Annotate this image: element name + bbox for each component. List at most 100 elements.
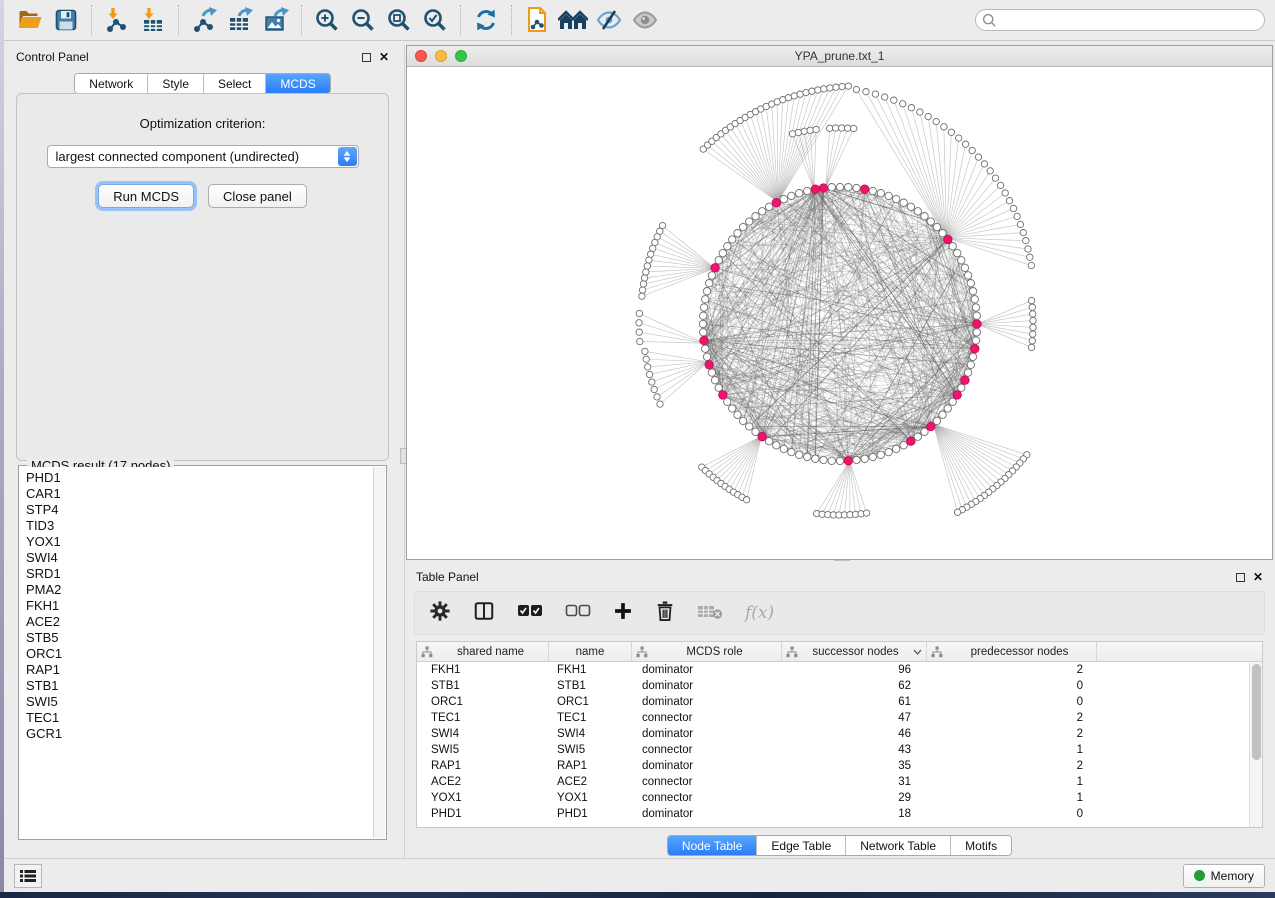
close-panel-icon[interactable]: ✕: [1253, 572, 1263, 582]
mcds-result-item[interactable]: FKH1: [26, 598, 373, 614]
table-cell: STB1: [549, 678, 632, 694]
save-session-icon[interactable]: [48, 3, 84, 37]
column-header-mcds-role[interactable]: MCDS role: [632, 642, 782, 661]
mcds-result-item[interactable]: TID3: [26, 518, 373, 534]
table-row[interactable]: PHD1PHD1dominator180: [417, 806, 1249, 822]
first-neighbors-icon[interactable]: [555, 3, 591, 37]
toolbar-separator: [511, 5, 512, 35]
mcds-result-list[interactable]: PHD1CAR1STP4TID3YOX1SWI4SRD1PMA2FKH1ACE2…: [20, 467, 373, 838]
table-row[interactable]: STB1STB1dominator620: [417, 678, 1249, 694]
table-cell: 29: [782, 790, 927, 806]
table-cell: FKH1: [549, 662, 632, 678]
mcds-result-item[interactable]: CAR1: [26, 486, 373, 502]
tab-edge-table[interactable]: Edge Table: [757, 836, 846, 855]
table-cell: 2: [927, 726, 1097, 742]
mcds-result-item[interactable]: YOX1: [26, 534, 373, 550]
table-row[interactable]: ACE2ACE2connector311: [417, 774, 1249, 790]
zoom-selected-icon[interactable]: [417, 3, 453, 37]
export-table-icon[interactable]: [222, 3, 258, 37]
table-cell: 1: [927, 774, 1097, 790]
column-header-predecessor-nodes[interactable]: predecessor nodes: [927, 642, 1097, 661]
search-input[interactable]: [997, 11, 1264, 29]
search-field[interactable]: [975, 9, 1265, 31]
mcds-result-item[interactable]: ORC1: [26, 646, 373, 662]
table-toolbar: f(x): [414, 591, 1265, 635]
show-all-icon[interactable]: [627, 3, 663, 37]
table-cell: connector: [632, 774, 782, 790]
tab-style[interactable]: Style: [148, 74, 204, 93]
column-header-shared-name[interactable]: shared name: [417, 642, 549, 661]
mcds-result-item[interactable]: SRD1: [26, 566, 373, 582]
import-table-icon[interactable]: [135, 3, 171, 37]
tab-node-table[interactable]: Node Table: [668, 836, 758, 855]
zoom-in-icon[interactable]: [309, 3, 345, 37]
network-from-document-icon[interactable]: [519, 3, 555, 37]
table-row[interactable]: SWI5SWI5connector431: [417, 742, 1249, 758]
table-cell: 46: [782, 726, 927, 742]
open-session-icon[interactable]: [12, 3, 48, 37]
select-stepper-icon: [338, 147, 357, 166]
optimization-criterion-select[interactable]: largest connected component (undirected): [47, 145, 359, 168]
mcds-result-item[interactable]: ACE2: [26, 614, 373, 630]
run-mcds-button[interactable]: Run MCDS: [98, 184, 194, 208]
table-cell: connector: [632, 742, 782, 758]
task-history-button[interactable]: [14, 864, 42, 888]
table-row[interactable]: FKH1FKH1dominator962: [417, 662, 1249, 678]
mcds-result-scrollbar[interactable]: [373, 467, 385, 838]
mcds-result-item[interactable]: GCR1: [26, 726, 373, 742]
float-panel-icon[interactable]: [362, 53, 371, 62]
memory-button[interactable]: Memory: [1183, 864, 1265, 888]
deselect-all-icon[interactable]: [565, 604, 591, 623]
table-scrollbar-thumb[interactable]: [1252, 664, 1261, 760]
tab-select[interactable]: Select: [204, 74, 266, 93]
delete-column-icon[interactable]: [655, 600, 675, 627]
add-column-icon[interactable]: [613, 601, 633, 626]
export-network-icon[interactable]: [186, 3, 222, 37]
table-cell: [1097, 742, 1249, 758]
tab-motifs[interactable]: Motifs: [951, 836, 1011, 855]
close-panel-button[interactable]: Close panel: [208, 184, 307, 208]
table-cell: TEC1: [417, 710, 549, 726]
export-image-icon[interactable]: [258, 3, 294, 37]
network-canvas[interactable]: [407, 67, 1272, 559]
zoom-fit-icon[interactable]: [381, 3, 417, 37]
tab-network[interactable]: Network: [75, 74, 148, 93]
mcds-result-item[interactable]: RAP1: [26, 662, 373, 678]
refresh-icon[interactable]: [468, 3, 504, 37]
table-row[interactable]: ORC1ORC1dominator610: [417, 694, 1249, 710]
table-row[interactable]: RAP1RAP1dominator352: [417, 758, 1249, 774]
hide-selected-icon[interactable]: [591, 3, 627, 37]
network-window-titlebar[interactable]: YPA_prune.txt_1: [407, 46, 1272, 67]
table-cell: [1097, 678, 1249, 694]
mcds-result-item[interactable]: STB1: [26, 678, 373, 694]
table-cell: YOX1: [549, 790, 632, 806]
select-all-icon[interactable]: [517, 604, 543, 623]
mcds-result-item[interactable]: STP4: [26, 502, 373, 518]
table-row[interactable]: YOX1YOX1connector291: [417, 790, 1249, 806]
mcds-result-item[interactable]: SWI5: [26, 694, 373, 710]
tab-mcds[interactable]: MCDS: [266, 74, 329, 93]
float-panel-icon[interactable]: [1236, 573, 1245, 582]
import-network-icon[interactable]: [99, 3, 135, 37]
mcds-result-item[interactable]: SWI4: [26, 550, 373, 566]
mcds-result-item[interactable]: PMA2: [26, 582, 373, 598]
table-scrollbar[interactable]: [1249, 662, 1262, 827]
table-body: FKH1FKH1dominator962STB1STB1dominator620…: [417, 662, 1249, 827]
table-settings-icon[interactable]: [429, 600, 451, 627]
column-header-successor-nodes[interactable]: successor nodes: [782, 642, 927, 661]
tab-network-table[interactable]: Network Table: [846, 836, 951, 855]
table-row[interactable]: SWI4SWI4dominator462: [417, 726, 1249, 742]
zoom-out-icon[interactable]: [345, 3, 381, 37]
table-cell: 18: [782, 806, 927, 822]
toolbar-separator: [301, 5, 302, 35]
show-columns-icon[interactable]: [473, 600, 495, 627]
column-header-name[interactable]: name: [549, 642, 632, 661]
mcds-result-item[interactable]: PHD1: [26, 470, 373, 486]
memory-label: Memory: [1211, 869, 1254, 883]
mcds-result-item[interactable]: TEC1: [26, 710, 373, 726]
column-type-icon: [931, 646, 943, 658]
table-row[interactable]: TEC1TEC1connector472: [417, 710, 1249, 726]
close-panel-icon[interactable]: ✕: [379, 52, 389, 62]
table-cell: SWI5: [417, 742, 549, 758]
mcds-result-item[interactable]: STB5: [26, 630, 373, 646]
